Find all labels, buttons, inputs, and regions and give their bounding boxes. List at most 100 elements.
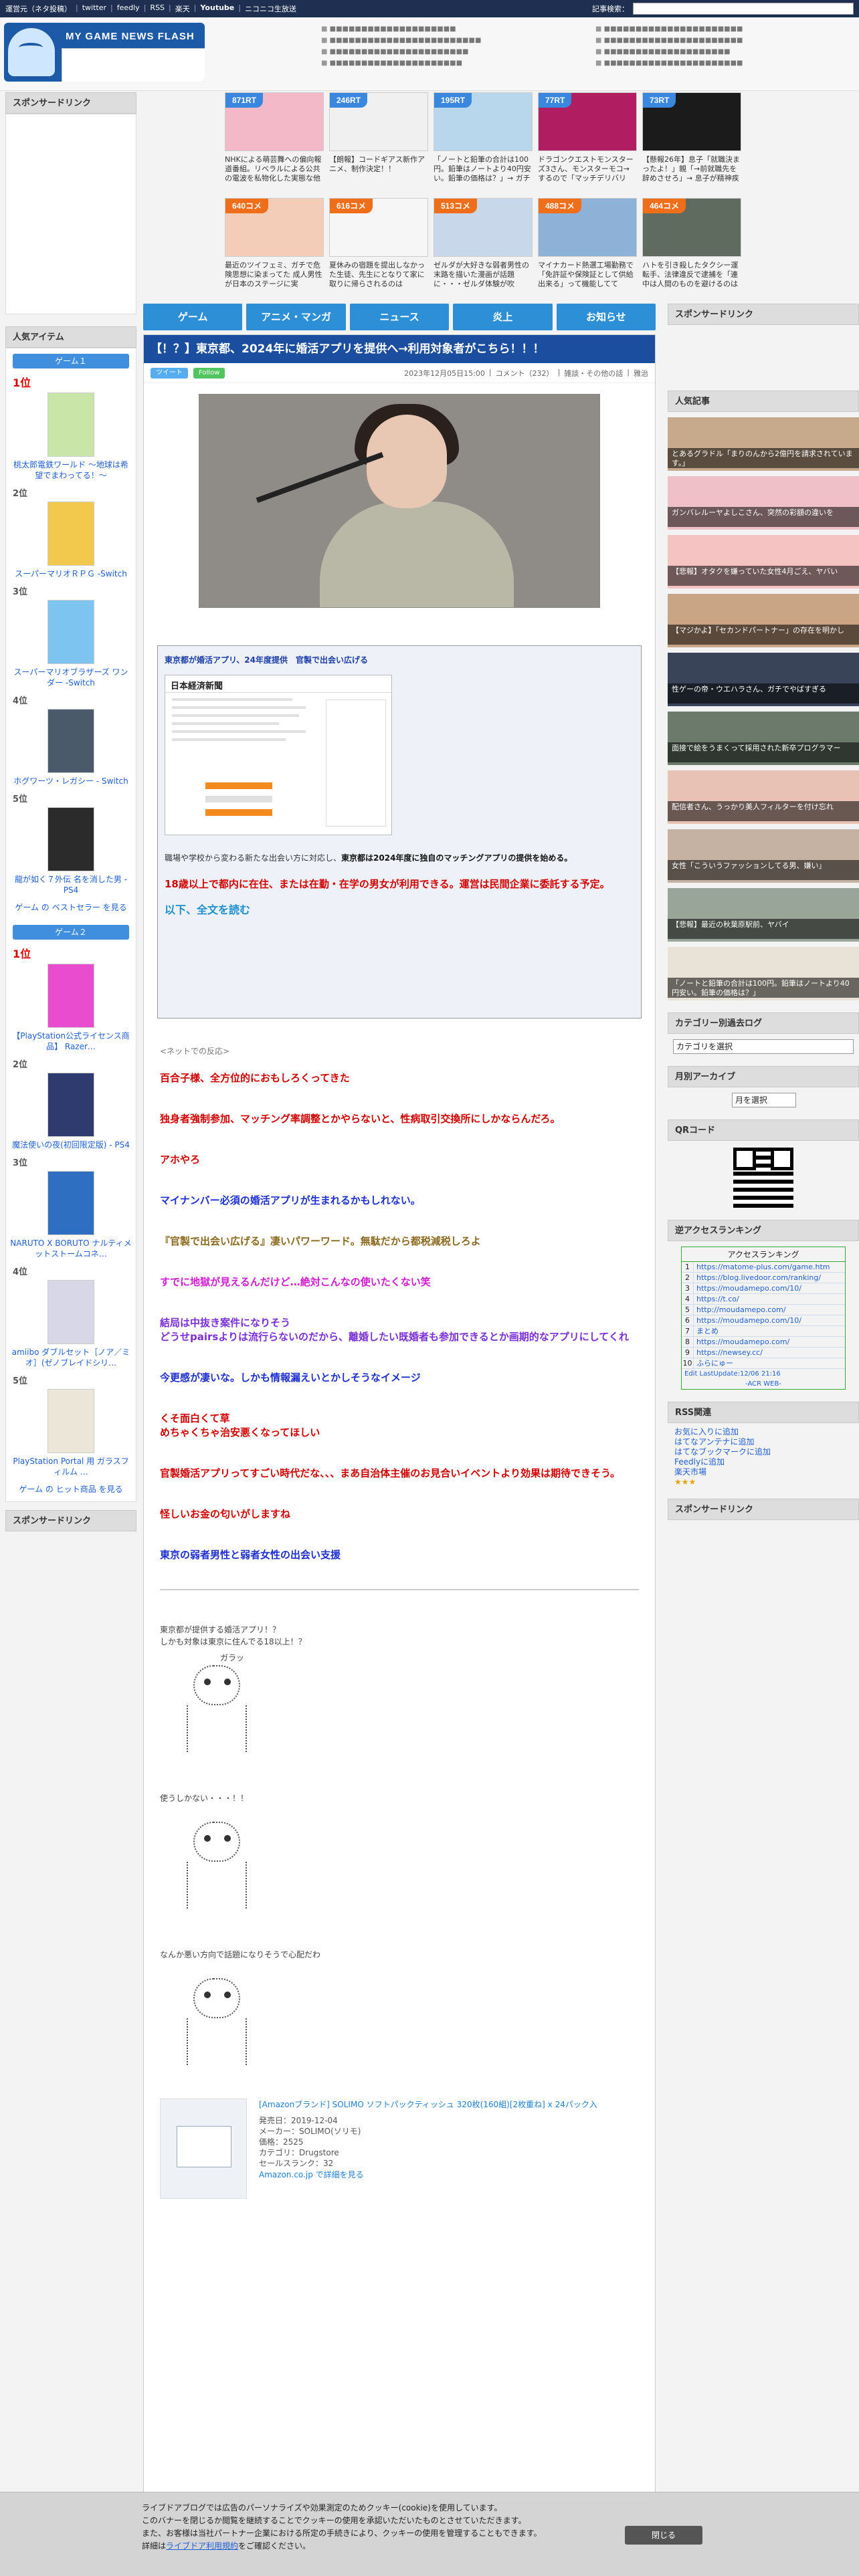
headline-item[interactable]: ■ ■■■■■■■■■■■■■■■■■■■■■ <box>321 48 575 60</box>
popular-article[interactable]: 性ゲーの帝・ウエハラさん、ガチでやばすぎる <box>668 653 859 706</box>
thumbnail-caption[interactable]: 【朗報】コードギアス新作アニメ、制作決定！！ <box>329 155 428 183</box>
bestseller-link[interactable]: ゲーム の ベストセラー を見る <box>6 899 136 920</box>
popular-article-caption[interactable]: 【悲報】最近の秋葉原駅前、ヤバイ <box>668 919 859 939</box>
product-image[interactable] <box>47 502 94 566</box>
rss-link[interactable]: Feedlyに追加 <box>668 1457 859 1467</box>
product-link[interactable]: 魔法使いの夜(初回限定版) - PS4 <box>10 1140 132 1150</box>
top-link[interactable]: 運営元（ネタ投稿） <box>5 3 72 14</box>
amazon-link[interactable]: Amazon.co.jp で詳細を見る <box>259 2169 597 2180</box>
nav-tab[interactable]: ニュース <box>349 304 450 330</box>
trending-article[interactable]: 871RT NHKによる萌芸舞への偏向報道番組。リベラルによる公共の電波を私物化し… <box>225 92 324 187</box>
access-link[interactable]: https://newsey.cc/ <box>694 1348 763 1358</box>
thumbnail-caption[interactable]: NHKによる萌芸舞への偏向報道番組。リベラルによる公共の電波を私物化した実態な他 <box>225 155 324 183</box>
product-link[interactable]: amiibo ダブルセット［ノア／ミオ］(ゼノブレイドシリ… <box>10 1347 132 1368</box>
access-link[interactable]: https://t.co/ <box>694 1294 739 1304</box>
product-link[interactable]: 桃太郎電鉄ワールド ～地球は希望でまわってる！～ <box>10 459 132 481</box>
popular-article[interactable]: 【悲報】最近の秋葉原駅前、ヤバイ <box>668 888 859 942</box>
thumbnail-caption[interactable]: ドラゴンクエストモンスターズ3さん、モンスターモコ→ するので「マッチデリバリ <box>538 155 637 183</box>
top-link[interactable]: RSS <box>150 3 165 14</box>
category-link[interactable]: 雑談・その他の話 <box>564 368 623 379</box>
access-link[interactable]: http://moudamepo.com/ <box>694 1305 786 1315</box>
product-title[interactable]: [Amazonブランド] SOLIMO ソフトパックティッシュ 320枚(160… <box>259 2099 597 2110</box>
product-link[interactable]: スーパーマリオブラザーズ ワンダー -Switch <box>10 667 132 688</box>
rss-link[interactable]: お気に入りに追加 <box>668 1427 859 1437</box>
thumbnail-image[interactable]: 77RT <box>538 92 637 151</box>
follow-button[interactable]: Follow <box>193 367 225 379</box>
thumbnail-image[interactable]: 488コメ <box>538 198 637 257</box>
product-link[interactable]: PlayStation Portal 用 ガラスフィルム … <box>10 1456 132 1477</box>
product-image[interactable] <box>47 807 94 871</box>
popular-article[interactable]: 女性「こういうファッションしてる男、嫌い」 <box>668 829 859 883</box>
popular-article[interactable]: 「ノートと鉛筆の合計は100円。鉛筆はノートより40円安い。鉛筆の価格は？」 <box>668 947 859 1000</box>
trending-article[interactable]: 73RT 【懸報26年】息子「就職決まったよ！」親「→前就職先を辞めさせろ」→ 息… <box>642 92 741 187</box>
popular-article[interactable]: 配信者さん、うっかり美人フィルターを付け忘れ <box>668 770 859 824</box>
product-image[interactable] <box>47 1389 94 1453</box>
popular-article-caption[interactable]: 配信者さん、うっかり美人フィルターを付け忘れ <box>668 801 859 821</box>
group-label[interactable]: ゲーム１ <box>13 354 129 368</box>
product-image[interactable] <box>47 1280 94 1344</box>
rss-link[interactable]: はてなブックマークに追加 <box>668 1447 859 1457</box>
trending-article[interactable]: 640コメ最近のツイフェミ、ガチで危険思想に染まってた 成人男性が日本のステージ… <box>225 198 324 293</box>
headline-item[interactable]: ■ ■■■■■■■■■■■■■■■■■■■ <box>321 25 575 37</box>
top-link[interactable]: twitter <box>82 3 106 14</box>
category-select[interactable]: カテゴリを選択 <box>673 1039 854 1054</box>
top-link[interactable]: ニコニコ生放送 <box>245 3 296 14</box>
popular-article-caption[interactable]: 女性「こういうファッションしてる男、嫌い」 <box>668 860 859 880</box>
thumbnail-image[interactable]: 513コメ <box>434 198 533 257</box>
thumbnail-caption[interactable]: 夏休みの宿題を提出しなかった生徒、先生にとなりて家に取りに帰らされるのは <box>329 261 428 289</box>
top-link[interactable]: Youtube <box>200 3 234 14</box>
trending-article[interactable]: 464コメ ハトを引き殺したタクシー運転手、法律違反で逮捕を「連中は人間のものを避… <box>642 198 741 293</box>
product-image[interactable] <box>47 1073 94 1137</box>
popular-article[interactable]: 【マジかよ】「セカンドパートナー」の存在を明かし <box>668 594 859 647</box>
access-updated[interactable]: Edit LastUpdate:12/06 21:16 <box>682 1369 845 1379</box>
trending-article[interactable]: 513コメゼルダが大好きな弱者男性の末路を描いた漫画が話題に・・・ゼルダ体験が吹 <box>434 198 533 293</box>
popular-article-caption[interactable]: ガンバレルーヤよしこさん、突然の彩額の違いを <box>668 507 859 527</box>
trending-article[interactable]: 246RT 【朗報】コードギアス新作アニメ、制作決定！！ <box>329 92 428 187</box>
terms-link[interactable]: ライブドア利用規約 <box>166 2541 238 2551</box>
product-image[interactable] <box>160 2099 247 2199</box>
popular-article-caption[interactable]: 【悲報】オタクを嫌っていた女性4月ごえ、ヤバい <box>668 566 859 586</box>
product-image[interactable] <box>47 393 94 457</box>
trending-article[interactable]: 77RT ドラゴンクエストモンスターズ3さん、モンスターモコ→ するので「マッチデ… <box>538 92 637 187</box>
top-link[interactable]: 楽天 <box>175 3 190 14</box>
group-label[interactable]: ゲーム２ <box>13 925 129 940</box>
nav-tab[interactable]: 炎上 <box>453 304 553 330</box>
popular-article[interactable]: 面接で絵をうまくって採用された新卒プログラマー <box>668 712 859 765</box>
hit-products-link[interactable]: ゲーム の ヒット商品 を見る <box>6 1481 136 1501</box>
popular-article-caption[interactable]: 【マジかよ】「セカンドパートナー」の存在を明かし <box>668 625 859 645</box>
thumbnail-caption[interactable]: ハトを引き殺したタクシー運転手、法律違反で逮捕を「連中は人間のものを避けるのは <box>642 261 741 289</box>
popular-article-caption[interactable]: 性ゲーの帝・ウエハラさん、ガチでやばすぎる <box>668 683 859 704</box>
thumbnail-image[interactable]: 195RT <box>434 92 533 151</box>
thumbnail-caption[interactable]: 最近のツイフェミ、ガチで危険思想に染まってた 成人男性が日本のステージに実 <box>225 261 324 289</box>
access-link[interactable]: ふらにゅー <box>694 1358 733 1368</box>
headline-item[interactable]: ■ ■■■■■■■■■■■■■■■■■■■■■ <box>595 25 850 37</box>
product-image[interactable] <box>47 964 94 1028</box>
headline-item[interactable]: ■ ■■■■■■■■■■■■■■■■■■■■■ <box>595 37 850 48</box>
headline-item[interactable]: ■ ■■■■■■■■■■■■■■■■■■■■ <box>321 60 575 71</box>
thumbnail-caption[interactable]: 「ノートと鉛筆の合計は100円。鉛筆はノートより40円安い。鉛筆の価格は？」→ … <box>434 155 533 183</box>
headline-item[interactable]: ■ ■■■■■■■■■■■■■■■■■■■■■■■ <box>321 37 575 48</box>
product-link[interactable]: 龍が如く７外伝 名を消した男 - PS4 <box>10 874 132 895</box>
access-link[interactable]: https://moudamepo.com/10/ <box>694 1315 801 1325</box>
product-image[interactable] <box>47 709 94 773</box>
access-link[interactable]: https://blog.livedoor.com/ranking/ <box>694 1273 821 1283</box>
thumbnail-caption[interactable]: 【懸報26年】息子「就職決まったよ！」親「→前就職先を辞めさせろ」→ 息子が精神… <box>642 155 741 183</box>
headline-item[interactable]: ■ ■■■■■■■■■■■■■■■■■■■■■ <box>595 60 850 71</box>
thumbnail-image[interactable]: 246RT <box>329 92 428 151</box>
site-logo[interactable]: MY GAME NEWS FLASH オレ的ゲーム速報@JIN <box>4 23 205 82</box>
trending-article[interactable]: 195RT 「ノートと鉛筆の合計は100円。鉛筆はノートより40円安い。鉛筆の価格… <box>434 92 533 187</box>
popular-article[interactable]: ガンバレルーヤよしこさん、突然の彩額の違いを <box>668 476 859 530</box>
rss-link[interactable]: 楽天市場 <box>668 1467 859 1477</box>
thumbnail-caption[interactable]: ゼルダが大好きな弱者男性の末路を描いた漫画が話題に・・・ゼルダ体験が吹 <box>434 261 533 289</box>
product-link[interactable]: スーパーマリオＲＰＧ -Switch <box>10 568 132 579</box>
search-input[interactable] <box>633 3 854 15</box>
thumbnail-image[interactable]: 616コメ <box>329 198 428 257</box>
thumbnail-image[interactable]: 640コメ <box>225 198 324 257</box>
article-title[interactable]: 【！？】東京都、2024年に婚活アプリを提供へ→利用対象者がこちら！！！ <box>144 335 655 363</box>
nav-tab[interactable]: アニメ・マンガ <box>246 304 346 330</box>
product-link[interactable]: NARUTO X BORUTO ナルティメットストームコネ… <box>10 1238 132 1259</box>
product-image[interactable] <box>47 600 94 664</box>
product-link[interactable]: ホグワーツ・レガシー - Switch <box>10 776 132 786</box>
popular-article[interactable]: 【悲報】オタクを嫌っていた女性4月ごえ、ヤバい <box>668 535 859 588</box>
rss-link[interactable]: はてなアンテナに追加 <box>668 1437 859 1447</box>
